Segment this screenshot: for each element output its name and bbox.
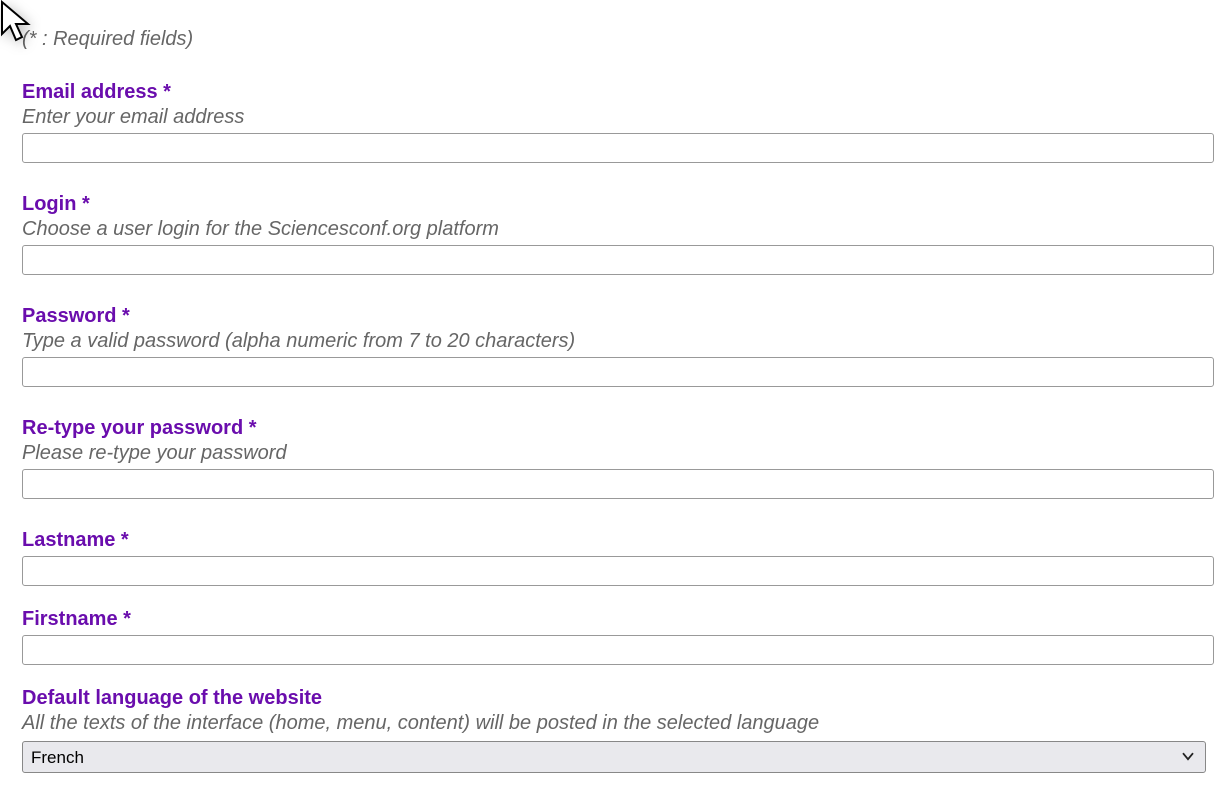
password-confirm-field[interactable] bbox=[22, 469, 1214, 499]
password-hint: Type a valid password (alpha numeric fro… bbox=[22, 330, 1214, 353]
lastname-field[interactable] bbox=[22, 556, 1214, 586]
password-confirm-label: Re-type your password * bbox=[22, 417, 1214, 440]
email-hint: Enter your email address bbox=[22, 106, 1214, 129]
language-select[interactable]: French bbox=[22, 741, 1206, 773]
language-label: Default language of the website bbox=[22, 687, 1214, 710]
password-label: Password * bbox=[22, 305, 1214, 328]
email-field[interactable] bbox=[22, 133, 1214, 163]
required-fields-note: (* : Required fields) bbox=[22, 28, 1214, 51]
password-confirm-hint: Please re-type your password bbox=[22, 442, 1214, 465]
language-hint: All the texts of the interface (home, me… bbox=[22, 712, 1214, 735]
lastname-label: Lastname * bbox=[22, 529, 1214, 552]
firstname-field[interactable] bbox=[22, 635, 1214, 665]
email-label: Email address * bbox=[22, 81, 1214, 104]
login-hint: Choose a user login for the Sciencesconf… bbox=[22, 218, 1214, 241]
login-field[interactable] bbox=[22, 245, 1214, 275]
firstname-label: Firstname * bbox=[22, 608, 1214, 631]
login-label: Login * bbox=[22, 193, 1214, 216]
password-field[interactable] bbox=[22, 357, 1214, 387]
